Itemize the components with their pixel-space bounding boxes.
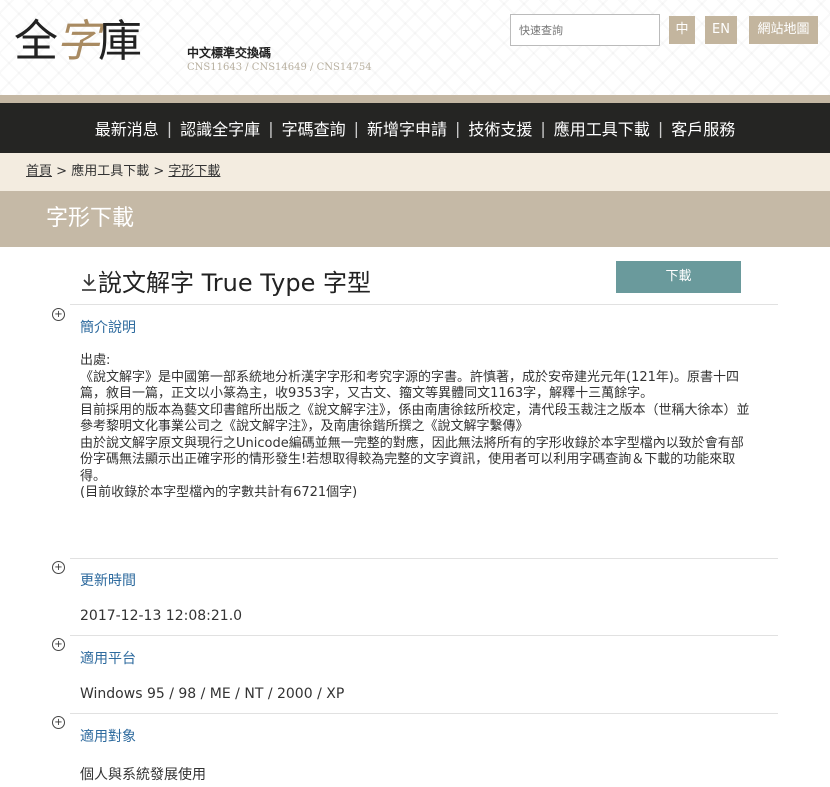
main-nav: 最新消息 | 認識全字庫 | 字碼查詢 | 新增字申請 | 技術支援 | 應用工…: [0, 103, 830, 153]
platform-value: Windows 95 / 98 / ME / NT / 2000 / XP: [80, 686, 345, 702]
platform-heading[interactable]: 適用平台: [80, 648, 136, 668]
logo-char-1: 全: [14, 16, 58, 67]
site-header: 全字庫 中文標準交換碼 CNS11643 / CNS14649 / CNS147…: [0, 0, 830, 95]
expand-intro-icon[interactable]: +: [52, 308, 65, 321]
quick-search-input[interactable]: [510, 14, 660, 46]
nav-item-service[interactable]: 客戶服務: [667, 116, 739, 140]
divider: [70, 635, 778, 636]
expand-updated-icon[interactable]: +: [52, 561, 65, 574]
nav-item-support[interactable]: 技術支援: [464, 116, 536, 140]
divider: [70, 304, 778, 305]
nav-separator: |: [353, 118, 359, 138]
nav-item-new-char[interactable]: 新增字申請: [363, 116, 451, 140]
file-title-text: 說文解字 True Type 字型: [98, 269, 371, 297]
breadcrumb-downloads: 應用工具下載: [71, 164, 150, 179]
lang-en-button[interactable]: EN: [705, 16, 737, 44]
breadcrumb-separator: >: [153, 164, 165, 179]
intro-heading[interactable]: 簡介說明: [80, 317, 136, 337]
standards-codes: CNS11643 / CNS14649 / CNS14754: [187, 62, 372, 73]
intro-line: 由於說文解字原文與現行之Unicode編碼並無一完整的對應，因此無法將所有的字形…: [80, 435, 744, 484]
intro-line: 出處:: [80, 353, 111, 368]
site-logo[interactable]: 全字庫: [14, 12, 142, 72]
nav-item-code-search[interactable]: 字碼查詢: [278, 116, 350, 140]
expand-audience-icon[interactable]: +: [52, 716, 65, 729]
lang-zh-button[interactable]: 中: [669, 16, 695, 44]
nav-separator: |: [657, 118, 664, 138]
header-divider: [0, 95, 830, 103]
breadcrumb-current-link[interactable]: 字形下載: [168, 164, 220, 179]
site-subtitle: 中文標準交換碼: [187, 46, 272, 60]
nav-item-downloads[interactable]: 應用工具下載: [550, 116, 654, 140]
nav-separator: |: [166, 118, 173, 138]
divider: [70, 713, 778, 714]
intro-line: (目前收錄於本字型檔內的字數共計有6721個字): [80, 485, 358, 500]
breadcrumb: 首頁 > 應用工具下載 > 字形下載: [0, 153, 830, 191]
logo-char-2: 字: [56, 16, 100, 67]
expand-platform-icon[interactable]: +: [52, 638, 65, 651]
intro-line: 《說文解字》是中國第一部系統地分析漢字字形和考究字源的字書。許慎著，成於安帝建光…: [80, 369, 739, 402]
nav-item-news[interactable]: 最新消息: [91, 116, 163, 140]
file-title: 說文解字 True Type 字型: [80, 263, 371, 298]
updated-value: 2017-12-13 12:08:21.0: [80, 608, 243, 624]
updated-heading[interactable]: 更新時間: [80, 570, 136, 590]
intro-line: 目前採用的版本為藝文印書館所出版之《說文解字注》，係由南唐徐鉉所校定，清代段玉裁…: [80, 402, 750, 435]
nav-separator: |: [268, 118, 274, 138]
page-title: 字形下載: [0, 191, 830, 247]
audience-value: 個人與系統發展使用: [80, 767, 206, 783]
intro-text: 出處: 《說文解字》是中國第一部系統地分析漢字字形和考究字源的字書。許慎著，成於…: [80, 353, 750, 502]
sitemap-button[interactable]: 網站地圖: [749, 16, 818, 44]
audience-heading[interactable]: 適用對象: [80, 726, 136, 746]
breadcrumb-home-link[interactable]: 首頁: [26, 164, 52, 179]
logo-char-3: 庫: [98, 16, 142, 67]
download-button[interactable]: 下載: [616, 261, 741, 293]
main-content: 說文解字 True Type 字型 下載 + 簡介說明 出處: 《說文解字》是中…: [0, 247, 830, 787]
nav-separator: |: [540, 118, 546, 138]
download-icon: [82, 274, 96, 291]
breadcrumb-separator: >: [56, 164, 68, 179]
nav-item-about[interactable]: 認識全字庫: [176, 116, 264, 140]
divider: [70, 558, 778, 559]
nav-separator: |: [455, 118, 461, 138]
